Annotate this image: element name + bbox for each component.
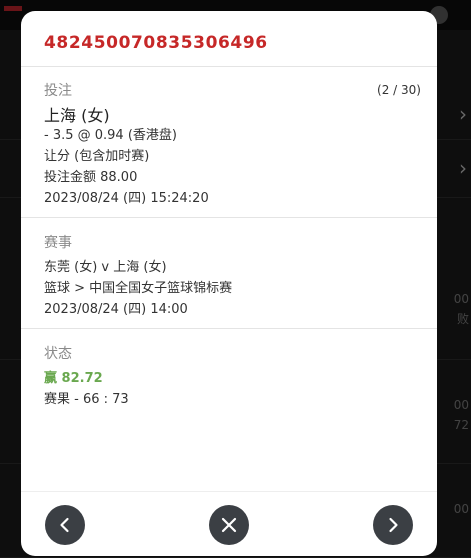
status-score: 赛果 - 66 : 73: [44, 392, 129, 407]
status-result: 赢 82.72: [44, 367, 103, 386]
divider: [21, 217, 437, 218]
bet-market: 让分 (包含加时赛): [44, 149, 150, 164]
next-button[interactable]: [373, 505, 413, 545]
event-section-label: 赛事: [44, 235, 72, 251]
chevron-right-icon: [389, 517, 398, 533]
divider: [21, 66, 437, 67]
event-match: 东莞 (女) v 上海 (女): [44, 260, 167, 275]
page-counter: (2 / 30): [377, 83, 421, 97]
status-section-label: 状态: [44, 346, 72, 362]
bet-stake: 投注金额 88.00: [44, 170, 138, 185]
previous-button[interactable]: [45, 505, 85, 545]
bet-id-title: 482450070835306496: [44, 33, 268, 53]
win-badge: 赢: [44, 371, 58, 386]
event-competition: 篮球 > 中国全国女子篮球锦标赛: [44, 281, 233, 296]
close-button[interactable]: [209, 505, 249, 545]
bet-detail-modal: 482450070835306496 投注 (2 / 30) 上海 (女) - …: [21, 11, 437, 556]
chevron-left-icon: [60, 517, 69, 533]
close-icon: [221, 517, 237, 533]
bet-odds-line: - 3.5 @ 0.94 (香港盘): [44, 128, 177, 143]
divider: [21, 328, 437, 329]
event-start-time: 2023/08/24 (四) 14:00: [44, 302, 188, 317]
footer-divider: [21, 491, 437, 492]
payout-amount: 82.72: [61, 371, 103, 386]
bet-section-label: 投注: [44, 83, 72, 99]
bet-selection: 上海 (女): [44, 106, 110, 125]
bet-placed-time: 2023/08/24 (四) 15:24:20: [44, 191, 209, 206]
